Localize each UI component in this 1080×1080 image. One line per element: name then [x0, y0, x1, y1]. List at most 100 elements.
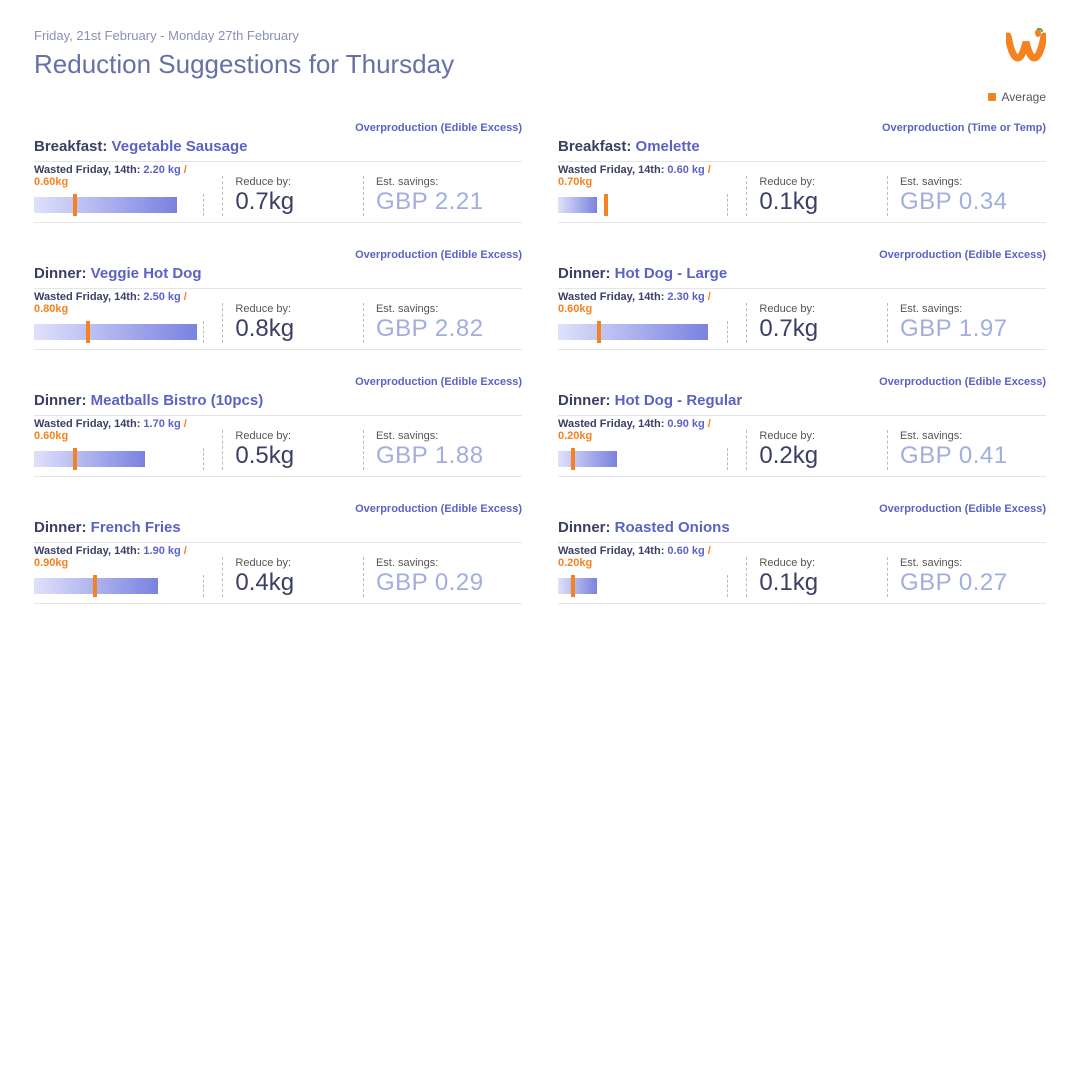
cause-label: Overproduction (Edible Excess) [34, 376, 522, 388]
cause-label: Overproduction (Edible Excess) [558, 503, 1046, 515]
savings-value: GBP 0.27 [900, 569, 1046, 597]
reduce-label: Reduce by: [759, 303, 869, 315]
savings-column: Est. savings: GBP 2.21 [363, 176, 522, 216]
cause-label: Overproduction (Edible Excess) [34, 503, 522, 515]
savings-value: GBP 2.82 [376, 315, 522, 343]
reduce-value: 0.4kg [235, 569, 345, 597]
card-row: Wasted Friday, 14th: 2.30 kg / 0.60kg Re… [558, 291, 1046, 350]
waste-text: Wasted Friday, 14th: 0.60 kg / 0.70kg [558, 164, 728, 188]
reduce-label: Reduce by: [759, 557, 869, 569]
legend: Average [34, 90, 1046, 104]
cause-label: Overproduction (Edible Excess) [558, 249, 1046, 261]
savings-column: Est. savings: GBP 1.97 [887, 303, 1046, 343]
waste-bar [558, 197, 597, 213]
wasted-prefix: Wasted Friday, 14th: [34, 291, 140, 303]
savings-label: Est. savings: [376, 303, 522, 315]
savings-label: Est. savings: [376, 557, 522, 569]
brand-logo-icon [1006, 28, 1046, 62]
savings-label: Est. savings: [900, 557, 1046, 569]
cause-label: Overproduction (Edible Excess) [558, 376, 1046, 388]
waste-text: Wasted Friday, 14th: 0.60 kg / 0.20kg [558, 545, 728, 569]
savings-label: Est. savings: [376, 176, 522, 188]
reduce-value: 0.7kg [759, 315, 869, 343]
wasted-kg: 2.20 kg [143, 164, 180, 176]
reduce-value: 0.2kg [759, 442, 869, 470]
reduce-column: Reduce by: 0.4kg [222, 557, 345, 597]
waste-column: Wasted Friday, 14th: 0.90 kg / 0.20kg [558, 418, 728, 470]
dish-name: Meatballs Bistro (10pcs) [91, 392, 264, 409]
reduce-label: Reduce by: [235, 303, 345, 315]
bar-chart [34, 321, 204, 343]
bar-chart [34, 575, 204, 597]
waste-text: Wasted Friday, 14th: 1.70 kg / 0.60kg [34, 418, 204, 442]
bar-chart [558, 575, 728, 597]
savings-column: Est. savings: GBP 1.88 [363, 430, 522, 470]
reduce-column: Reduce by: 0.7kg [746, 303, 869, 343]
meal-label: Breakfast: [558, 138, 631, 155]
wasted-kg: 2.30 kg [667, 291, 704, 303]
wasted-prefix: Wasted Friday, 14th: [34, 164, 140, 176]
savings-value: GBP 0.34 [900, 188, 1046, 216]
wasted-kg: 0.90 kg [667, 418, 704, 430]
waste-column: Wasted Friday, 14th: 1.70 kg / 0.60kg [34, 418, 204, 470]
wasted-prefix: Wasted Friday, 14th: [558, 418, 664, 430]
suggestion-card: Overproduction (Edible Excess) Breakfast… [34, 122, 522, 223]
dish-name: Omelette [636, 138, 700, 155]
card-title: Dinner: Hot Dog - Regular [558, 392, 1046, 416]
average-marker-icon [597, 321, 601, 343]
dish-name: Roasted Onions [615, 519, 730, 536]
suggestion-card: Overproduction (Time or Temp) Breakfast:… [558, 122, 1046, 223]
card-row: Wasted Friday, 14th: 2.50 kg / 0.80kg Re… [34, 291, 522, 350]
savings-column: Est. savings: GBP 0.27 [887, 557, 1046, 597]
waste-column: Wasted Friday, 14th: 2.30 kg / 0.60kg [558, 291, 728, 343]
card-row: Wasted Friday, 14th: 1.70 kg / 0.60kg Re… [34, 418, 522, 477]
meal-label: Dinner: [34, 392, 87, 409]
dish-name: Vegetable Sausage [112, 138, 248, 155]
meal-label: Breakfast: [34, 138, 107, 155]
waste-bar [558, 578, 597, 594]
bar-chart [558, 321, 728, 343]
header: Friday, 21st February - Monday 27th Febr… [34, 28, 1046, 80]
card-row: Wasted Friday, 14th: 2.20 kg / 0.60kg Re… [34, 164, 522, 223]
suggestion-card: Overproduction (Edible Excess) Dinner: H… [558, 376, 1046, 477]
waste-text: Wasted Friday, 14th: 2.50 kg / 0.80kg [34, 291, 204, 315]
wasted-prefix: Wasted Friday, 14th: [558, 164, 664, 176]
dish-name: French Fries [91, 519, 181, 536]
wasted-kg: 1.70 kg [143, 418, 180, 430]
reduce-value: 0.1kg [759, 569, 869, 597]
waste-bar [558, 451, 617, 467]
meal-label: Dinner: [34, 519, 87, 536]
savings-label: Est. savings: [900, 176, 1046, 188]
suggestion-card: Overproduction (Edible Excess) Dinner: H… [558, 249, 1046, 350]
waste-text: Wasted Friday, 14th: 2.30 kg / 0.60kg [558, 291, 728, 315]
reduce-column: Reduce by: 0.5kg [222, 430, 345, 470]
reduce-column: Reduce by: 0.2kg [746, 430, 869, 470]
suggestion-card: Overproduction (Edible Excess) Dinner: R… [558, 503, 1046, 604]
wasted-kg: 2.50 kg [143, 291, 180, 303]
average-marker-icon [73, 448, 77, 470]
wasted-prefix: Wasted Friday, 14th: [34, 545, 140, 557]
savings-column: Est. savings: GBP 0.41 [887, 430, 1046, 470]
savings-value: GBP 0.29 [376, 569, 522, 597]
bar-chart [34, 448, 204, 470]
card-row: Wasted Friday, 14th: 0.90 kg / 0.20kg Re… [558, 418, 1046, 477]
savings-label: Est. savings: [376, 430, 522, 442]
savings-column: Est. savings: GBP 2.82 [363, 303, 522, 343]
waste-text: Wasted Friday, 14th: 2.20 kg / 0.60kg [34, 164, 204, 188]
reduce-label: Reduce by: [759, 430, 869, 442]
card-title: Dinner: Meatballs Bistro (10pcs) [34, 392, 522, 416]
waste-bar [34, 324, 197, 340]
legend-dot-icon [988, 93, 996, 101]
average-marker-icon [604, 194, 608, 216]
savings-value: GBP 2.21 [376, 188, 522, 216]
waste-text: Wasted Friday, 14th: 0.90 kg / 0.20kg [558, 418, 728, 442]
card-row: Wasted Friday, 14th: 1.90 kg / 0.90kg Re… [34, 545, 522, 604]
average-marker-icon [571, 448, 575, 470]
savings-label: Est. savings: [900, 430, 1046, 442]
average-marker-icon [73, 194, 77, 216]
waste-bar [34, 451, 145, 467]
cause-label: Overproduction (Edible Excess) [34, 122, 522, 134]
legend-label: Average [1002, 90, 1046, 104]
waste-column: Wasted Friday, 14th: 1.90 kg / 0.90kg [34, 545, 204, 597]
card-title: Breakfast: Vegetable Sausage [34, 138, 522, 162]
